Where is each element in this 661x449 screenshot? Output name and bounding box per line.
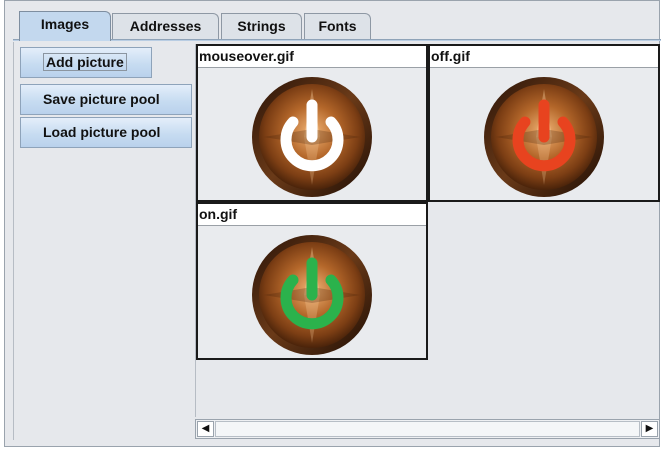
add-picture-label: Add picture — [43, 53, 127, 71]
power-icon — [484, 77, 604, 197]
load-picture-pool-label: Load picture pool — [43, 124, 161, 140]
scroll-left-arrow-icon[interactable]: ◀ — [197, 421, 214, 437]
add-picture-button[interactable]: Add picture — [20, 47, 152, 78]
tab-addresses[interactable]: Addresses — [112, 13, 219, 39]
power-icon — [252, 77, 372, 197]
save-picture-pool-label: Save picture pool — [43, 91, 160, 107]
save-picture-pool-button[interactable]: Save picture pool — [20, 84, 192, 115]
picture-card-on[interactable]: on.gif — [196, 202, 428, 360]
tab-bar: Images Addresses Strings Fonts — [13, 11, 653, 41]
horizontal-scrollbar[interactable]: ◀ ▶ — [195, 419, 660, 439]
tab-fonts[interactable]: Fonts — [304, 13, 371, 39]
picture-card-mouseover[interactable]: mouseover.gif — [196, 44, 428, 202]
tab-images[interactable]: Images — [19, 11, 111, 41]
load-picture-pool-button[interactable]: Load picture pool — [20, 117, 192, 148]
power-icon — [252, 235, 372, 355]
picture-card-off[interactable]: off.gif — [428, 44, 660, 202]
picture-filename: mouseover.gif — [198, 46, 426, 68]
picture-pool-panel: mouseover.gif off.gif on.gif — [195, 44, 660, 417]
images-tab-content: Add picture Save picture pool Load pictu… — [13, 42, 661, 440]
scroll-right-arrow-icon[interactable]: ▶ — [641, 421, 658, 437]
picture-filename: on.gif — [198, 204, 426, 226]
scrollbar-thumb[interactable] — [215, 421, 640, 437]
tab-strings[interactable]: Strings — [221, 13, 302, 39]
picture-filename: off.gif — [430, 46, 658, 68]
window: Images Addresses Strings Fonts Add pictu… — [4, 0, 661, 447]
